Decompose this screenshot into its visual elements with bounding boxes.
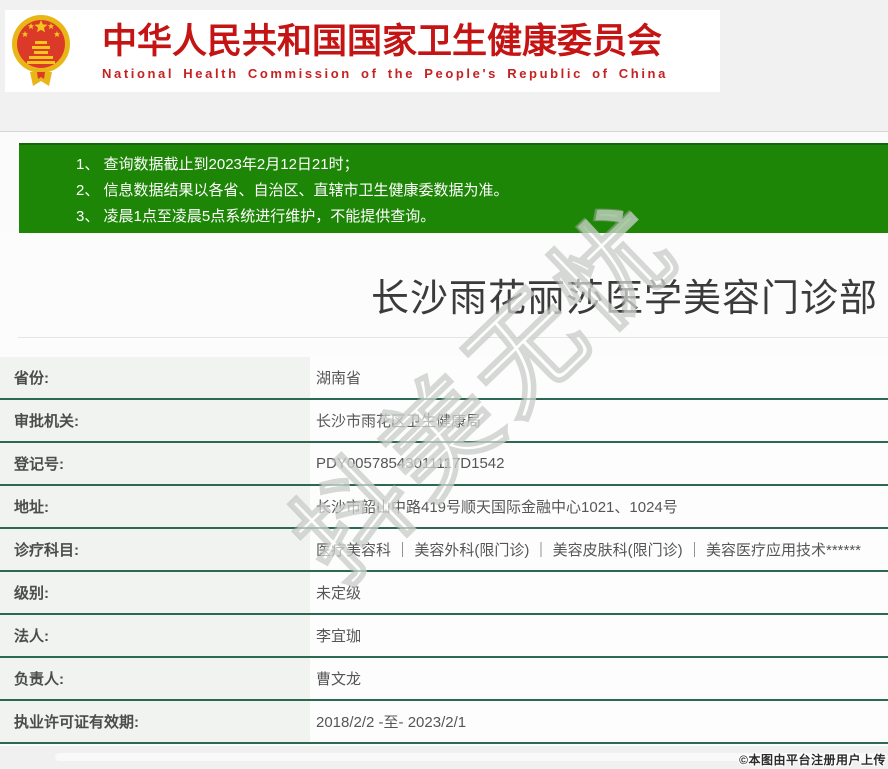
row-value: 2018/2/2 -至- 2023/2/1 bbox=[310, 701, 888, 742]
row-label: 负责人: bbox=[0, 658, 310, 699]
table-row: 执业许可证有效期: 2018/2/2 -至- 2023/2/1 bbox=[0, 701, 888, 744]
row-value: 长沙市雨花区卫生健康局 bbox=[310, 400, 888, 441]
header-text: 中华人民共和国国家卫生健康委员会 National Health Commiss… bbox=[102, 22, 668, 81]
row-label: 执业许可证有效期: bbox=[0, 701, 310, 742]
row-value: 李宜珈 bbox=[310, 615, 888, 656]
row-value: 医疗美容科 ｜ 美容外科(限门诊) ｜ 美容皮肤科(限门诊) ｜ 美容医疗应用技… bbox=[310, 529, 888, 570]
national-emblem-icon bbox=[10, 11, 72, 91]
row-value: 曹文龙 bbox=[310, 658, 888, 699]
info-table: 省份: 湖南省 审批机关: 长沙市雨花区卫生健康局 登记号: PDY005785… bbox=[0, 357, 888, 744]
notice-line-2: 2、 信息数据结果以各省、自治区、直辖市卫生健康委数据为准。 bbox=[76, 178, 888, 204]
footer-strip: ©本图由平台注册用户上传 bbox=[0, 746, 888, 769]
page-title: 长沙雨花丽莎医学美容门诊部 bbox=[371, 267, 878, 322]
notice-line-1: 1、 查询数据截止到2023年2月12日21时； bbox=[76, 152, 888, 178]
row-label: 诊疗科目: bbox=[0, 529, 310, 570]
notice-line-3: 3、 凌晨1点至凌晨5点系统进行维护，不能提供查询。 bbox=[76, 204, 888, 230]
row-label: 省份: bbox=[0, 357, 310, 398]
row-label: 地址: bbox=[0, 486, 310, 527]
table-row: 省份: 湖南省 bbox=[0, 357, 888, 400]
row-value: 长沙市韶山中路419号顺天国际金融中心1021、1024号 bbox=[310, 486, 888, 527]
row-label: 登记号: bbox=[0, 443, 310, 484]
org-name-en: National Health Commission of the People… bbox=[102, 66, 668, 81]
table-row: 地址: 长沙市韶山中路419号顺天国际金融中心1021、1024号 bbox=[0, 486, 888, 529]
row-label: 法人: bbox=[0, 615, 310, 656]
content-area: 长沙雨花丽莎医学美容门诊部 省份: 湖南省 审批机关: 长沙市雨花区卫生健康局 … bbox=[0, 233, 888, 746]
row-value: PDY00578543011117D1542 bbox=[310, 443, 888, 484]
table-row: 负责人: 曹文龙 bbox=[0, 658, 888, 701]
org-name-zh: 中华人民共和国国家卫生健康委员会 bbox=[102, 22, 668, 62]
row-value: 湖南省 bbox=[310, 357, 888, 398]
table-row: 级别: 未定级 bbox=[0, 572, 888, 615]
table-row: 登记号: PDY00578543011117D1542 bbox=[0, 443, 888, 486]
section-divider bbox=[18, 337, 888, 338]
table-row: 诊疗科目: 医疗美容科 ｜ 美容外科(限门诊) ｜ 美容皮肤科(限门诊) ｜ 美… bbox=[0, 529, 888, 572]
notice-banner: 1、 查询数据截止到2023年2月12日21时； 2、 信息数据结果以各省、自治… bbox=[19, 143, 888, 233]
row-label: 级别: bbox=[0, 572, 310, 613]
table-row: 法人: 李宜珈 bbox=[0, 615, 888, 658]
table-row: 审批机关: 长沙市雨花区卫生健康局 bbox=[0, 400, 888, 443]
copyright-watermark: ©本图由平台注册用户上传 bbox=[739, 751, 886, 768]
top-zone: 中华人民共和国国家卫生健康委员会 National Health Commiss… bbox=[0, 0, 888, 132]
page: 中华人民共和国国家卫生健康委员会 National Health Commiss… bbox=[0, 0, 888, 769]
row-value: 未定级 bbox=[310, 572, 888, 613]
site-header: 中华人民共和国国家卫生健康委员会 National Health Commiss… bbox=[5, 10, 720, 92]
row-label: 审批机关: bbox=[0, 400, 310, 441]
